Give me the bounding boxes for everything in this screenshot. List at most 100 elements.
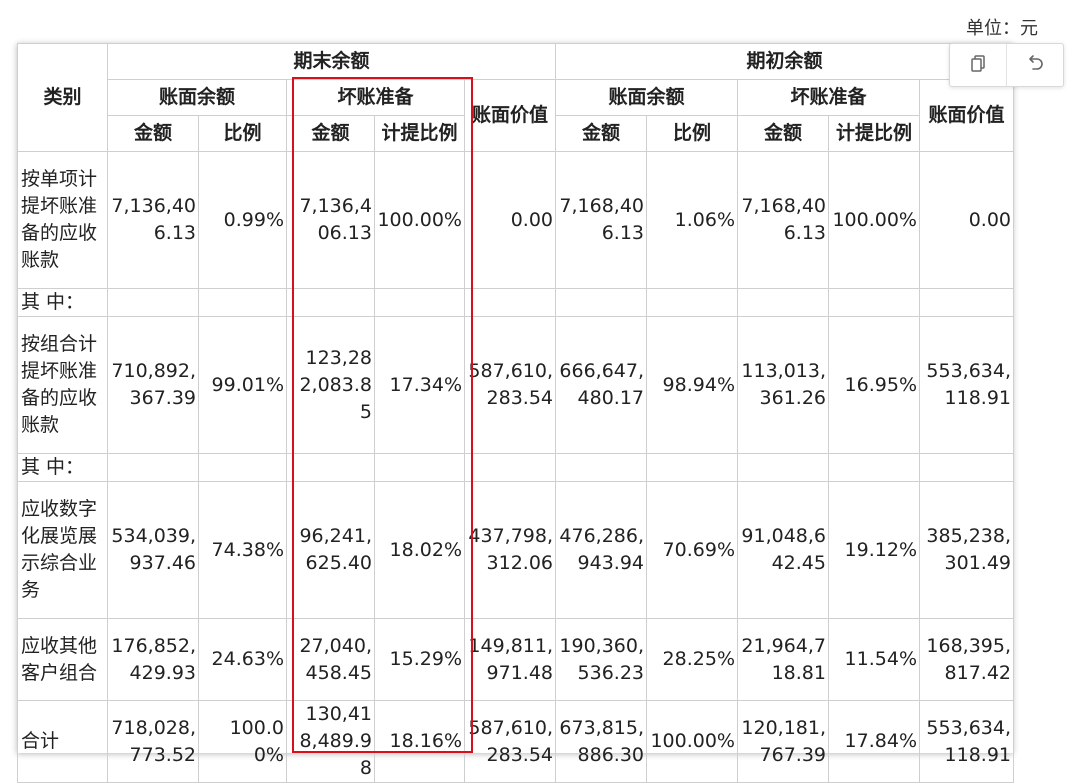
undo-button[interactable]	[1006, 44, 1063, 86]
cell-closing-provision-ratio	[374, 288, 465, 317]
cell-closing-bad-debt-amount	[286, 288, 375, 317]
cell-opening-book-value: 553,634,118.91	[919, 700, 1014, 783]
cell-closing-provision-ratio: 15.29%	[374, 618, 465, 701]
table-row: 应收数字化展览展示综合业务 534,039,937.46 74.38% 96,241,…	[17, 481, 1014, 619]
header-ratio: 比例	[198, 115, 287, 152]
header-amount: 金额	[555, 115, 647, 152]
cell-opening-book-ratio: 100.00%	[646, 700, 738, 783]
header-closing-book-balance: 账面余额	[107, 79, 287, 116]
cell-closing-book-value: 149,811,971.48	[464, 618, 556, 701]
cell-opening-bad-debt-amount: 21,964,718.81	[737, 618, 829, 701]
cell-opening-book-value: 168,395,817.42	[919, 618, 1014, 701]
cell-closing-book-ratio: 100.00%	[198, 700, 287, 783]
header-closing-bad-debt: 坏账准备	[286, 79, 465, 116]
cell-opening-book-ratio	[646, 288, 738, 317]
cell-closing-bad-debt-amount: 27,040,458.45	[286, 618, 375, 701]
header-provision-ratio: 计提比例	[374, 115, 465, 152]
floating-toolbar	[949, 43, 1064, 87]
cell-opening-book-amount: 7,168,406.13	[555, 151, 647, 289]
cell-opening-provision-ratio: 19.12%	[828, 481, 920, 619]
cell-closing-book-value: 587,610,283.54	[464, 700, 556, 783]
copy-icon	[968, 53, 988, 77]
header-closing-balance: 期末余额	[107, 43, 556, 80]
row-label: 其 中：	[17, 453, 108, 482]
cell-opening-provision-ratio: 17.84%	[828, 700, 920, 783]
cell-closing-book-amount: 718,028,773.52	[107, 700, 199, 783]
cell-closing-bad-debt-amount: 130,418,489.98	[286, 700, 375, 783]
unit-label: 单位：元	[966, 18, 1038, 39]
cell-closing-book-ratio	[198, 453, 287, 482]
cell-opening-book-ratio: 28.25%	[646, 618, 738, 701]
cell-opening-book-amount: 666,647,480.17	[555, 316, 647, 454]
cell-closing-bad-debt-amount: 96,241,625.40	[286, 481, 375, 619]
table-row: 按单项计提坏账准备的应收账款 7,136,406.13 0.99% 7,136,406…	[17, 151, 1014, 289]
cell-closing-bad-debt-amount	[286, 453, 375, 482]
header-row-2: 账面余额 坏账准备 账面价值 账面余额 坏账准备 账面价值	[18, 79, 1014, 152]
cell-closing-book-amount	[107, 288, 199, 317]
cell-opening-provision-ratio	[828, 453, 920, 482]
table-row: 其 中：	[17, 453, 1014, 482]
cell-closing-book-value: 437,798,312.06	[464, 481, 556, 619]
cell-closing-book-ratio: 74.38%	[198, 481, 287, 619]
cell-closing-book-value	[464, 288, 556, 317]
header-category: 类别	[17, 43, 108, 152]
cell-closing-book-value	[464, 453, 556, 482]
cell-closing-book-amount: 7,136,406.13	[107, 151, 199, 289]
cell-opening-book-amount	[555, 288, 647, 317]
cell-opening-book-value	[919, 453, 1014, 482]
cell-opening-book-value	[919, 288, 1014, 317]
cell-opening-book-value: 553,634,118.91	[919, 316, 1014, 454]
table-row: 按组合计提坏账准备的应收账款 710,892,367.39 99.01% 123,28…	[17, 316, 1014, 454]
header-opening-book-balance: 账面余额	[555, 79, 738, 116]
cell-closing-provision-ratio: 17.34%	[374, 316, 465, 454]
table-row: 其 中：	[17, 288, 1014, 317]
cell-opening-provision-ratio: 100.00%	[828, 151, 920, 289]
cell-closing-book-ratio	[198, 288, 287, 317]
table-row: 合计 718,028,773.52 100.00% 130,418,489.98 18.…	[17, 700, 1014, 783]
cell-closing-provision-ratio: 100.00%	[374, 151, 465, 289]
cell-opening-bad-debt-amount: 120,181,767.39	[737, 700, 829, 783]
copy-button[interactable]	[950, 44, 1006, 86]
cell-opening-book-value: 0.00	[919, 151, 1014, 289]
cell-opening-provision-ratio: 11.54%	[828, 618, 920, 701]
cell-closing-provision-ratio: 18.16%	[374, 700, 465, 783]
cell-opening-bad-debt-amount: 113,013,361.26	[737, 316, 829, 454]
table-row: 应收其他客户组合 176,852,429.93 24.63% 27,040,458.4…	[17, 618, 1014, 701]
header-opening-bad-debt: 坏账准备	[737, 79, 920, 116]
cell-closing-book-ratio: 99.01%	[198, 316, 287, 454]
cell-closing-book-amount	[107, 453, 199, 482]
cell-opening-bad-debt-amount	[737, 288, 829, 317]
cell-opening-provision-ratio: 16.95%	[828, 316, 920, 454]
cell-closing-bad-debt-amount: 7,136,406.13	[286, 151, 375, 289]
header-provision-ratio: 计提比例	[828, 115, 920, 152]
cell-opening-book-ratio	[646, 453, 738, 482]
cell-opening-book-ratio: 70.69%	[646, 481, 738, 619]
row-label: 按组合计提坏账准备的应收账款	[17, 316, 108, 454]
cell-opening-book-amount: 673,815,886.30	[555, 700, 647, 783]
cell-closing-book-ratio: 24.63%	[198, 618, 287, 701]
cell-opening-provision-ratio	[828, 288, 920, 317]
cell-closing-book-ratio: 0.99%	[198, 151, 287, 289]
cell-opening-bad-debt-amount: 91,048,642.45	[737, 481, 829, 619]
bad-debt-table: 类别 期末余额 期初余额 账面余额 坏账准备 账面价值 账面余额 坏账准备 账面…	[17, 43, 1014, 783]
header-amount: 金额	[107, 115, 199, 152]
cell-opening-book-ratio: 98.94%	[646, 316, 738, 454]
header-opening-book-value: 账面价值	[919, 79, 1014, 152]
header-row-1: 类别 期末余额 期初余额	[17, 43, 1014, 152]
cell-closing-book-amount: 710,892,367.39	[107, 316, 199, 454]
header-ratio: 比例	[646, 115, 738, 152]
row-label: 应收其他客户组合	[17, 618, 108, 701]
cell-closing-provision-ratio: 18.02%	[374, 481, 465, 619]
cell-closing-book-amount: 534,039,937.46	[107, 481, 199, 619]
cell-closing-book-value: 0.00	[464, 151, 556, 289]
header-amount: 金额	[286, 115, 375, 152]
cell-opening-book-amount	[555, 453, 647, 482]
cell-opening-bad-debt-amount: 7,168,406.13	[737, 151, 829, 289]
cell-opening-book-ratio: 1.06%	[646, 151, 738, 289]
cell-opening-book-amount: 476,286,943.94	[555, 481, 647, 619]
undo-icon	[1025, 53, 1045, 77]
row-label: 合计	[17, 700, 108, 783]
cell-closing-book-amount: 176,852,429.93	[107, 618, 199, 701]
cell-opening-book-amount: 190,360,536.23	[555, 618, 647, 701]
row-label: 按单项计提坏账准备的应收账款	[17, 151, 108, 289]
